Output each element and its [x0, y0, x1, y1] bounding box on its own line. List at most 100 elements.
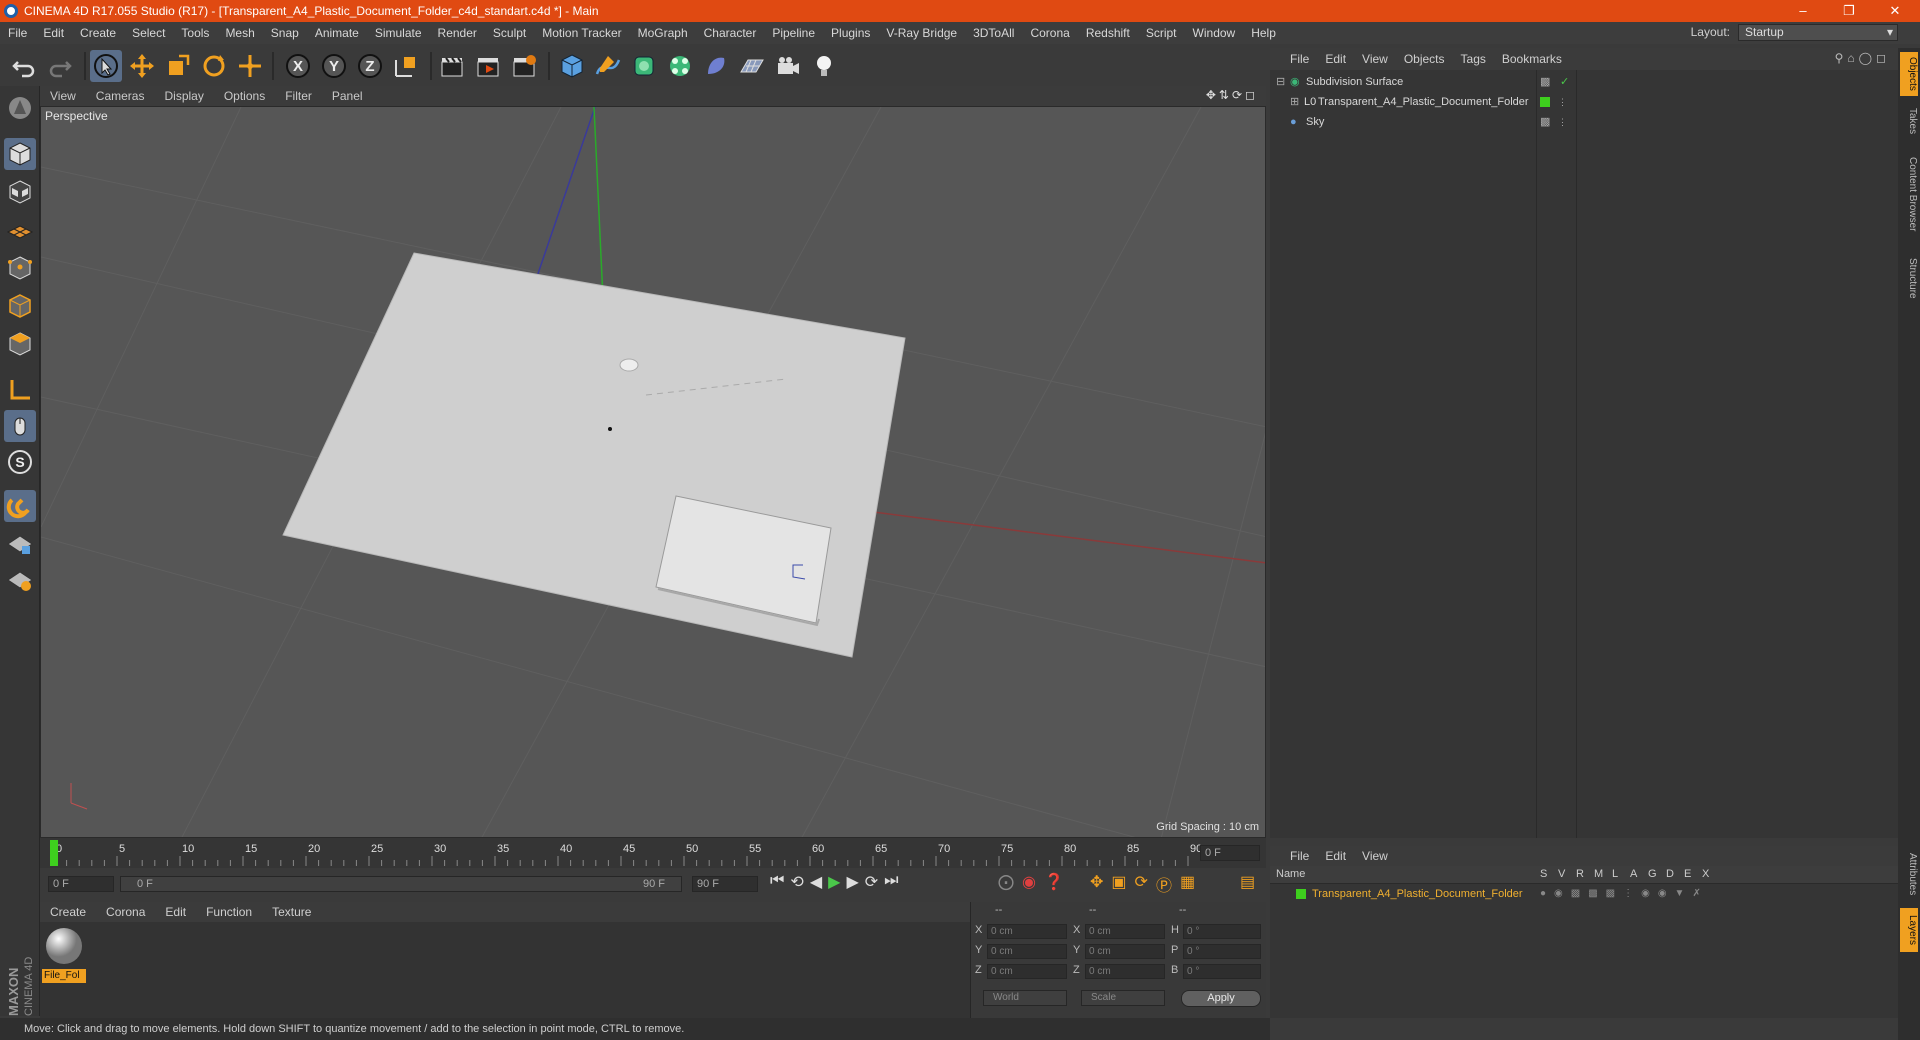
- layer-menu-edit[interactable]: Edit: [1317, 849, 1354, 863]
- menu-create[interactable]: Create: [72, 26, 124, 40]
- size-mode-select[interactable]: Scale: [1081, 990, 1165, 1006]
- object-row-sky[interactable]: ● Sky ▩ ⋮: [1270, 112, 1898, 132]
- render-settings-button[interactable]: [508, 50, 540, 82]
- layer-menu-view[interactable]: View: [1354, 849, 1396, 863]
- z-axis-lock-button[interactable]: Z: [354, 50, 386, 82]
- next-frame-icon[interactable]: ▶: [846, 872, 858, 892]
- menu-animate[interactable]: Animate: [307, 26, 367, 40]
- apply-button[interactable]: Apply: [1181, 990, 1261, 1007]
- object-menu-tags[interactable]: Tags: [1453, 52, 1494, 66]
- workplane-lock-button[interactable]: [4, 528, 36, 560]
- redo-button[interactable]: [44, 50, 76, 82]
- restore-button[interactable]: ❐: [1826, 0, 1872, 22]
- snapping-button[interactable]: S: [4, 446, 36, 478]
- expand-icon[interactable]: ⊟: [1276, 72, 1285, 92]
- edit-render-toggle-icon[interactable]: ▩: [1540, 72, 1550, 92]
- tab-content-browser[interactable]: Content Browser: [1900, 144, 1918, 244]
- y-axis-lock-button[interactable]: Y: [318, 50, 350, 82]
- object-row-folder[interactable]: ⊞ L0 Transparent_A4_Plastic_Document_Fol…: [1270, 92, 1898, 112]
- add-nurbs-button[interactable]: [628, 50, 660, 82]
- menu-render[interactable]: Render: [430, 26, 485, 40]
- layer-col-view[interactable]: V: [1558, 868, 1565, 880]
- size-z-field[interactable]: 0 cm: [1085, 964, 1165, 979]
- key-rotation-icon[interactable]: ⟳: [1135, 872, 1148, 896]
- menu-file[interactable]: File: [0, 26, 35, 40]
- layer-col-render[interactable]: R: [1576, 868, 1584, 880]
- menu-plugins[interactable]: Plugins: [823, 26, 878, 40]
- motion-record-icon[interactable]: ⨀: [998, 872, 1014, 892]
- viewport-menu-panel[interactable]: Panel: [322, 89, 373, 103]
- magnet-button[interactable]: [4, 490, 36, 522]
- layer-menu-file[interactable]: File: [1270, 849, 1317, 863]
- add-cube-button[interactable]: [556, 50, 588, 82]
- minimize-button[interactable]: –: [1780, 0, 1826, 22]
- menu-motion-tracker[interactable]: Motion Tracker: [534, 26, 629, 40]
- move-tool-button[interactable]: [126, 50, 158, 82]
- polygons-mode-button[interactable]: [4, 328, 36, 360]
- layer-color-swatch[interactable]: [1540, 97, 1550, 107]
- object-manager-search-icon[interactable]: ⚲⌂◯◻: [1835, 51, 1890, 65]
- layer-col-generators[interactable]: G: [1648, 868, 1657, 880]
- texture-mode-button[interactable]: [4, 176, 36, 208]
- menu-window[interactable]: Window: [1185, 26, 1244, 40]
- playhead[interactable]: [50, 840, 58, 866]
- visibility-dots-icon[interactable]: ⋮: [1558, 92, 1567, 112]
- viewport-menu-view[interactable]: View: [40, 89, 86, 103]
- add-spline-button[interactable]: [592, 50, 624, 82]
- frame-range-slider[interactable]: 0 F 90 F: [120, 876, 682, 892]
- prev-key-icon[interactable]: ⟲: [790, 872, 803, 892]
- size-x-field[interactable]: 0 cm: [1085, 924, 1165, 939]
- menu-3dtoall[interactable]: 3DToAll: [965, 26, 1022, 40]
- menu-snap[interactable]: Snap: [263, 26, 307, 40]
- key-scale-icon[interactable]: ▣: [1111, 872, 1126, 896]
- select-tool-button[interactable]: [90, 50, 122, 82]
- menu-pipeline[interactable]: Pipeline: [764, 26, 823, 40]
- tab-takes[interactable]: Takes: [1900, 104, 1918, 138]
- viewport-menu-display[interactable]: Display: [154, 89, 213, 103]
- current-frame-field[interactable]: 0 F: [1200, 845, 1260, 861]
- edges-mode-button[interactable]: [4, 290, 36, 322]
- pos-x-field[interactable]: 0 cm: [987, 924, 1067, 939]
- render-to-picture-viewer-button[interactable]: [472, 50, 504, 82]
- material-swatch[interactable]: File_Fol: [42, 926, 86, 983]
- record-icon[interactable]: ◉: [1022, 872, 1036, 892]
- object-menu-edit[interactable]: Edit: [1317, 52, 1354, 66]
- rot-p-field[interactable]: 0 °: [1183, 944, 1261, 959]
- rot-h-field[interactable]: 0 °: [1183, 924, 1261, 939]
- edit-render-toggle-icon[interactable]: ▩: [1540, 112, 1550, 132]
- viewport-menu-filter[interactable]: Filter: [275, 89, 322, 103]
- tab-attributes[interactable]: Attributes: [1900, 844, 1918, 904]
- layer-col-animation[interactable]: A: [1630, 868, 1637, 880]
- layer-col-deformers[interactable]: D: [1666, 868, 1674, 880]
- layer-row[interactable]: Transparent_A4_Plastic_Document_Folder ●…: [1270, 884, 1898, 904]
- layout-select[interactable]: Startup ▾: [1738, 24, 1898, 41]
- end-frame-field[interactable]: 90 F: [692, 876, 758, 892]
- menu-tools[interactable]: Tools: [173, 26, 217, 40]
- coordinate-system-button[interactable]: [390, 50, 422, 82]
- menu-select[interactable]: Select: [124, 26, 173, 40]
- viewport-nav-icons[interactable]: ✥⇅⟳◻: [1206, 88, 1258, 102]
- x-axis-lock-button[interactable]: X: [282, 50, 314, 82]
- key-parameter-icon[interactable]: Ⓟ: [1156, 872, 1172, 896]
- layer-col-solo[interactable]: S: [1540, 868, 1547, 880]
- material-menu-create[interactable]: Create: [40, 905, 96, 919]
- material-menu-edit[interactable]: Edit: [155, 905, 196, 919]
- menu-redshift[interactable]: Redshift: [1078, 26, 1138, 40]
- object-menu-view[interactable]: View: [1354, 52, 1396, 66]
- render-view-button[interactable]: [436, 50, 468, 82]
- viewport-menu-cameras[interactable]: Cameras: [86, 89, 155, 103]
- undo-button[interactable]: [8, 50, 40, 82]
- expand-icon[interactable]: ⊞: [1290, 92, 1299, 112]
- layer-col-locked[interactable]: L: [1612, 868, 1618, 880]
- prev-frame-icon[interactable]: ◀: [810, 872, 822, 892]
- pos-y-field[interactable]: 0 cm: [987, 944, 1067, 959]
- object-menu-objects[interactable]: Objects: [1396, 52, 1453, 66]
- tab-objects[interactable]: Objects: [1900, 52, 1918, 96]
- pos-z-field[interactable]: 0 cm: [987, 964, 1067, 979]
- enabled-check-icon[interactable]: ✓: [1560, 72, 1569, 92]
- add-scene-button[interactable]: [736, 50, 768, 82]
- rot-b-field[interactable]: 0 °: [1183, 964, 1261, 979]
- model-mode-button[interactable]: [4, 138, 36, 170]
- object-row-subdivision-surface[interactable]: ⊟ ◉ Subdivision Surface ▩ ✓: [1270, 72, 1898, 92]
- timeline-ruler[interactable]: 0 5 10 15 20 25 30 35 40 45 50 55 60 65 70 75 80 85 90 0 F: [40, 838, 1266, 868]
